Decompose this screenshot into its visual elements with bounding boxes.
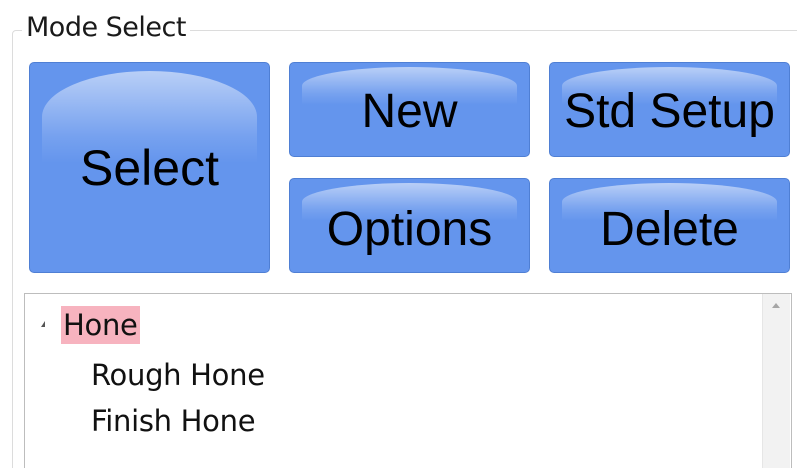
select-button[interactable]: Select: [29, 62, 270, 273]
std-setup-button-label: Std Setup: [564, 85, 775, 138]
mode-tree-view[interactable]: Hone Rough Hone Finish Hone: [24, 293, 792, 468]
tree-node-rough-hone[interactable]: Rough Hone: [91, 356, 265, 394]
tree-node-finish-hone[interactable]: Finish Hone: [91, 402, 256, 440]
group-title: Mode Select: [22, 10, 190, 46]
triangle-expanded-icon[interactable]: [41, 321, 45, 327]
std-setup-button[interactable]: Std Setup: [549, 62, 790, 157]
new-button-label: New: [361, 85, 458, 138]
options-button-label: Options: [326, 203, 493, 256]
options-button[interactable]: Options: [289, 178, 530, 273]
delete-button[interactable]: Delete: [549, 178, 790, 273]
select-button-label: Select: [80, 139, 219, 196]
delete-button-label: Delete: [600, 203, 739, 256]
scroll-up-arrow-icon[interactable]: [772, 303, 780, 308]
new-button[interactable]: New: [289, 62, 530, 157]
tree-node-hone[interactable]: Hone: [61, 306, 140, 344]
mode-select-panel: Mode Select Select New Std Setup Options…: [0, 0, 797, 468]
tree-scrollbar[interactable]: [762, 294, 790, 468]
